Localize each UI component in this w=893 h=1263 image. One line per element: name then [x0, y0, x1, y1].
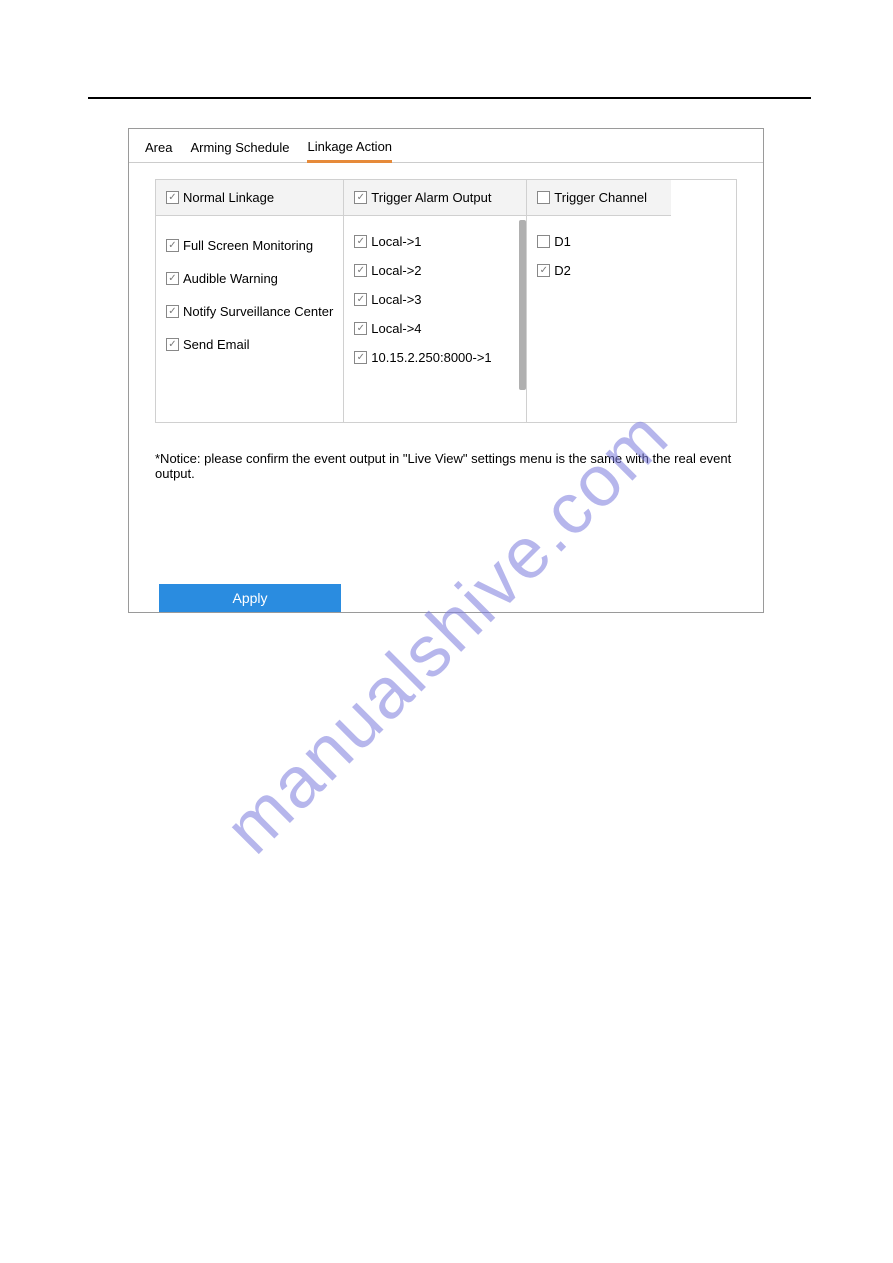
label-local2: Local->2 — [371, 263, 421, 278]
item-d2: D2 — [537, 263, 661, 278]
checkbox-local2[interactable] — [354, 264, 367, 277]
column-normal-linkage: Normal Linkage Full Screen Monitoring Au… — [156, 180, 343, 422]
item-notify: Notify Surveillance Center — [166, 304, 333, 319]
checkbox-trigger-output-all[interactable] — [354, 191, 367, 204]
header-trigger-output: Trigger Alarm Output — [344, 180, 526, 216]
item-ip-output: 10.15.2.250:8000->1 — [354, 350, 516, 365]
checkbox-local4[interactable] — [354, 322, 367, 335]
linkage-grid: Normal Linkage Full Screen Monitoring Au… — [155, 179, 737, 423]
header-trigger-output-label: Trigger Alarm Output — [371, 190, 491, 205]
checkbox-audible[interactable] — [166, 272, 179, 285]
label-email: Send Email — [183, 337, 249, 352]
checkbox-email[interactable] — [166, 338, 179, 351]
label-ip-output: 10.15.2.250:8000->1 — [371, 350, 491, 365]
item-d1: D1 — [537, 234, 661, 249]
checkbox-trigger-channel-all[interactable] — [537, 191, 550, 204]
tab-arming-schedule[interactable]: Arming Schedule — [190, 140, 289, 161]
page-top-rule — [88, 97, 811, 99]
apply-button[interactable]: Apply — [159, 584, 341, 612]
tab-bar: Area Arming Schedule Linkage Action — [129, 129, 763, 163]
item-local2: Local->2 — [354, 263, 516, 278]
body-trigger-output: Local->1 Local->2 Local->3 Local->4 10.1… — [344, 216, 526, 422]
header-normal-linkage: Normal Linkage — [156, 180, 343, 216]
header-trigger-channel-label: Trigger Channel — [554, 190, 647, 205]
notice-text: *Notice: please confirm the event output… — [155, 451, 737, 481]
label-d1: D1 — [554, 234, 571, 249]
linkage-action-panel: Area Arming Schedule Linkage Action Norm… — [128, 128, 764, 613]
label-local3: Local->3 — [371, 292, 421, 307]
item-email: Send Email — [166, 337, 333, 352]
checkbox-local1[interactable] — [354, 235, 367, 248]
checkbox-notify[interactable] — [166, 305, 179, 318]
body-trigger-channel: D1 D2 — [527, 216, 671, 422]
item-local3: Local->3 — [354, 292, 516, 307]
item-audible: Audible Warning — [166, 271, 333, 286]
column-trigger-output: Trigger Alarm Output Local->1 Local->2 L… — [343, 180, 527, 422]
checkbox-ip-output[interactable] — [354, 351, 367, 364]
label-fullscreen: Full Screen Monitoring — [183, 238, 313, 253]
checkbox-normal-linkage-all[interactable] — [166, 191, 179, 204]
label-notify: Notify Surveillance Center — [183, 304, 333, 319]
item-fullscreen: Full Screen Monitoring — [166, 238, 333, 253]
checkbox-fullscreen[interactable] — [166, 239, 179, 252]
label-local4: Local->4 — [371, 321, 421, 336]
body-normal-linkage: Full Screen Monitoring Audible Warning N… — [156, 216, 343, 422]
header-trigger-channel: Trigger Channel — [527, 180, 671, 216]
item-local4: Local->4 — [354, 321, 516, 336]
tab-area[interactable]: Area — [145, 140, 172, 161]
header-normal-linkage-label: Normal Linkage — [183, 190, 274, 205]
tab-linkage-action[interactable]: Linkage Action — [307, 139, 392, 163]
checkbox-d2[interactable] — [537, 264, 550, 277]
scrollbar-thumb[interactable] — [519, 220, 526, 390]
column-trigger-channel: Trigger Channel D1 D2 — [527, 180, 671, 422]
checkbox-local3[interactable] — [354, 293, 367, 306]
label-audible: Audible Warning — [183, 271, 278, 286]
label-d2: D2 — [554, 263, 571, 278]
checkbox-d1[interactable] — [537, 235, 550, 248]
label-local1: Local->1 — [371, 234, 421, 249]
item-local1: Local->1 — [354, 234, 516, 249]
